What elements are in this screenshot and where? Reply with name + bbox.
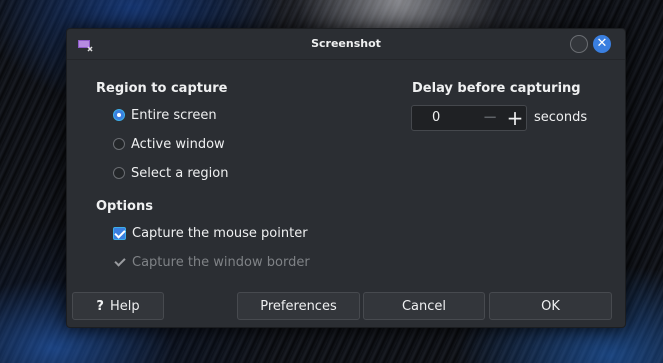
close-button[interactable]: ✕ bbox=[593, 35, 611, 53]
checkbox-label: Capture the mouse pointer bbox=[132, 225, 308, 241]
region-heading: Region to capture bbox=[96, 81, 228, 96]
screenshot-dialog: Screenshot ✕ Region to capture Entire sc… bbox=[66, 28, 626, 328]
checkbox-label: Capture the window border bbox=[132, 254, 310, 270]
radio-label: Active window bbox=[131, 136, 225, 152]
title-bar[interactable]: Screenshot ✕ bbox=[67, 29, 625, 60]
ok-button[interactable]: OK bbox=[489, 292, 612, 320]
delay-value[interactable]: 0 bbox=[432, 110, 440, 125]
radio-select-region[interactable]: Select a region bbox=[113, 164, 228, 182]
window-title: Screenshot bbox=[311, 37, 381, 50]
preferences-button-label: Preferences bbox=[260, 298, 337, 314]
checkbox-capture-window-border: Capture the window border bbox=[113, 253, 310, 271]
checkbox-indicator bbox=[113, 256, 126, 269]
radio-label: Entire screen bbox=[131, 107, 217, 123]
help-icon: ? bbox=[96, 298, 104, 314]
delay-spinbox[interactable]: 0 − + bbox=[411, 105, 527, 131]
delay-heading: Delay before capturing bbox=[412, 81, 581, 96]
radio-label: Select a region bbox=[131, 165, 229, 181]
help-button[interactable]: ? Help bbox=[72, 292, 164, 320]
preferences-button[interactable]: Preferences bbox=[237, 292, 360, 320]
minimize-button[interactable] bbox=[570, 35, 588, 53]
radio-indicator[interactable] bbox=[113, 138, 125, 150]
radio-indicator[interactable] bbox=[113, 109, 125, 121]
delay-unit-label: seconds bbox=[534, 110, 588, 125]
decrement-icon[interactable]: − bbox=[478, 106, 502, 130]
radio-indicator[interactable] bbox=[113, 167, 125, 179]
cancel-button[interactable]: Cancel bbox=[363, 292, 485, 320]
help-button-label: Help bbox=[109, 298, 140, 314]
checkbox-indicator[interactable] bbox=[113, 226, 126, 240]
ok-button-label: OK bbox=[541, 298, 560, 314]
increment-icon[interactable]: + bbox=[504, 106, 526, 130]
radio-entire-screen[interactable]: Entire screen bbox=[113, 106, 217, 124]
close-icon: ✕ bbox=[596, 36, 608, 51]
checkbox-capture-mouse-pointer[interactable]: Capture the mouse pointer bbox=[113, 224, 308, 242]
options-heading: Options bbox=[96, 199, 153, 214]
radio-active-window[interactable]: Active window bbox=[113, 135, 225, 153]
cancel-button-label: Cancel bbox=[401, 298, 447, 314]
